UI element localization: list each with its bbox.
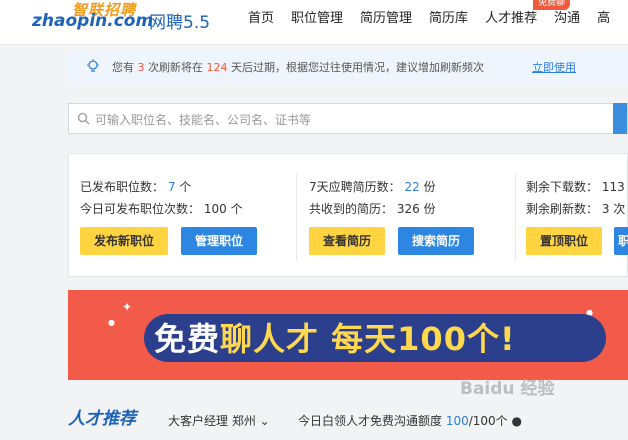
logo-english: zhaopin.com <box>32 11 154 31</box>
account-manager-selector[interactable]: 大客户经理 郑州 ⌄ <box>168 412 270 429</box>
nav-talent-recommendation[interactable]: 人才推荐 <box>485 0 537 40</box>
search-placeholder: 可输入职位名、技能名、公司名、证书等 <box>95 113 312 127</box>
top-job-button[interactable]: 置顶职位 <box>526 227 602 255</box>
total-resumes: 326 <box>396 202 420 216</box>
manage-jobs-button[interactable]: 管理职位 <box>181 227 257 255</box>
quota-used: 100 <box>445 414 469 428</box>
search-resumes-button[interactable]: 搜索简历 <box>398 227 474 255</box>
seven-day-resumes: 22 <box>404 180 420 194</box>
today-publish-quota: 100 <box>203 202 227 216</box>
divider <box>296 174 297 260</box>
promo-banner[interactable]: ✦ ● ● 免费聊人才 每天100个! <box>68 290 628 380</box>
publish-new-job-button[interactable]: 发布新职位 <box>80 227 168 255</box>
top-navigation-bar: 智联招聘 zhaopin.com 网聘5.5 首页 职位管理 简历管理 简历库 … <box>0 0 628 45</box>
lightbulb-icon <box>87 59 99 72</box>
view-resumes-button[interactable]: 查看简历 <box>309 227 385 255</box>
search-icon <box>77 112 90 125</box>
main-nav: 首页 职位管理 简历管理 简历库 人才推荐 沟通 高 <box>248 0 627 40</box>
sparkle-icon: ✦ <box>122 300 133 314</box>
zhaopin-logo[interactable]: 智联招聘 zhaopin.com <box>30 0 153 38</box>
expire-days: 124 <box>206 61 228 74</box>
refresh-notice: 您有 3 次刷新将在 124 天后过期，根据您过往使用情况，建议增加刷新频次 立… <box>68 52 628 82</box>
search-box[interactable]: 可输入职位名、技能名、公司名、证书等 <box>68 103 628 134</box>
nav-more[interactable]: 高 <box>597 0 610 40</box>
use-now-link[interactable]: 立即使用 <box>532 59 576 75</box>
job-cut-button[interactable]: 职 <box>614 227 628 255</box>
nav-home[interactable]: 首页 <box>248 0 274 40</box>
nav-resume-library[interactable]: 简历库 <box>429 0 468 40</box>
product-name: 网聘5.5 <box>149 13 211 33</box>
section-title: 人才推荐 <box>68 409 136 429</box>
remaining-refreshes: 3 次 <box>601 202 626 216</box>
chat-quota: 今日白领人才免费沟通额度 100/100个 ● <box>298 414 522 428</box>
refresh-count: 3 <box>137 61 145 74</box>
nav-job-management[interactable]: 职位管理 <box>291 0 343 40</box>
nav-resume-management[interactable]: 简历管理 <box>360 0 412 40</box>
divider <box>515 174 516 260</box>
stats-panel: 已发布职位数： 7 个 今日可发布职位次数： 100 个 发布新职位 管理职位 … <box>68 153 628 277</box>
sparkle-icon: ● <box>108 318 115 327</box>
quota-stats: 剩余下载数： 113 剩余刷新数： 3 次 <box>526 180 626 216</box>
baidu-watermark: Baidu 经验 <box>460 379 555 399</box>
resume-stats: 7天应聘简历数： 22 份 共收到的简历： 326 份 <box>309 180 436 216</box>
banner-headline: 免费聊人才 每天100个! <box>154 320 516 358</box>
jobs-stats: 已发布职位数： 7 个 今日可发布职位次数： 100 个 <box>80 180 243 216</box>
search-button[interactable] <box>613 103 627 134</box>
free-chat-badge: 免费聊 <box>533 0 571 10</box>
notice-text: 您有 3 次刷新将在 124 天后过期，根据您过往使用情况，建议增加刷新频次 <box>112 61 484 74</box>
remaining-downloads: 113 <box>601 180 625 194</box>
